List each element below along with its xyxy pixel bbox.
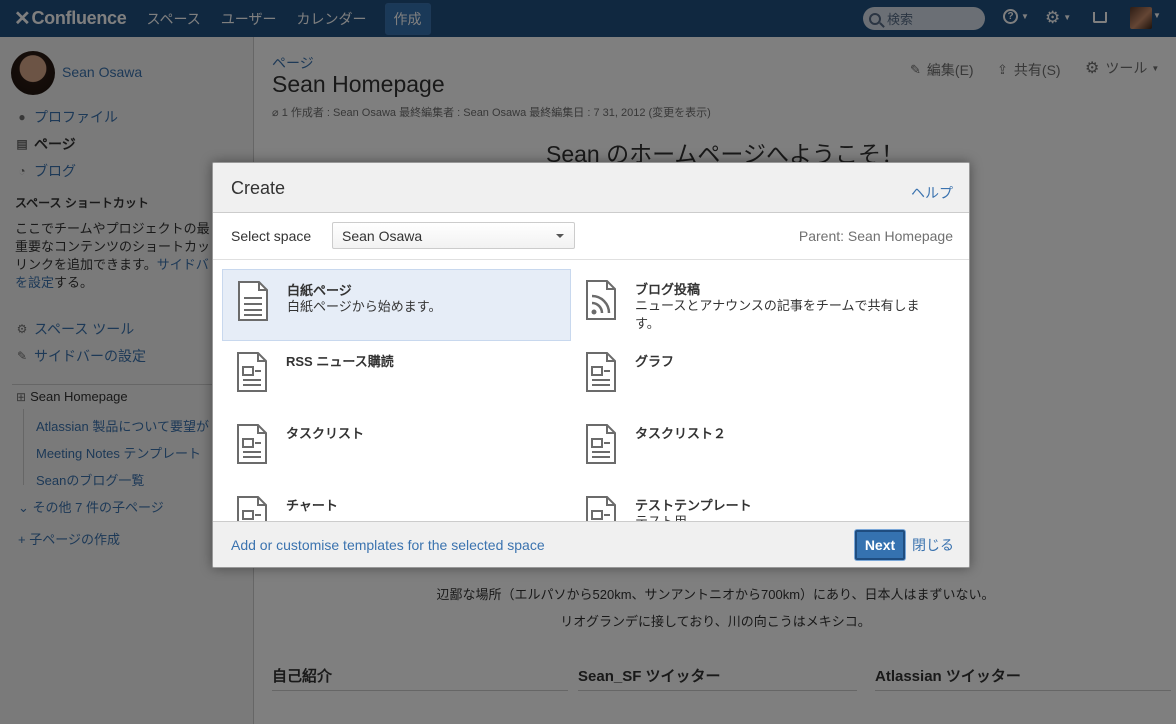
template-blank-page[interactable]: 白紙ページ 白紙ページから始めます。	[222, 269, 571, 341]
template-name: テストテンプレート	[635, 498, 752, 513]
next-button[interactable]: Next	[855, 530, 905, 560]
template-description: テスト用	[635, 513, 920, 521]
dialog-header: Create ヘルプ	[213, 163, 969, 213]
create-dialog: Create ヘルプ Select space Sean Osawa Paren…	[212, 162, 970, 568]
chevron-down-icon	[556, 234, 564, 238]
blank-page-icon	[238, 281, 268, 321]
dialog-help-link[interactable]: ヘルプ	[911, 183, 953, 203]
template-graph[interactable]: グラフ	[571, 341, 920, 413]
space-select-row: Select space Sean Osawa Parent: Sean Hom…	[213, 214, 969, 260]
parent-page-label: Parent: Sean Homepage	[798, 228, 953, 244]
space-select-value: Sean Osawa	[342, 228, 423, 244]
template-name: タスクリスト	[286, 426, 365, 441]
template-test-template[interactable]: テストテンプレート テスト用	[571, 485, 920, 521]
dialog-footer: Add or customise templates for the selec…	[213, 521, 969, 567]
close-button[interactable]: 閉じる	[912, 535, 954, 555]
template-name: タスクリスト２	[635, 426, 727, 441]
customise-templates-link[interactable]: Add or customise templates for the selec…	[231, 537, 545, 553]
template-page-icon	[237, 352, 267, 392]
template-description: ニュースとアナウンスの記事をチームで共有します。	[635, 298, 920, 331]
template-description: 白紙ページから始めます。	[287, 299, 442, 314]
template-name: ブログ投稿	[635, 282, 701, 297]
template-name: チャート	[286, 498, 338, 513]
template-rss-news[interactable]: RSS ニュース購読	[222, 341, 571, 413]
template-name: 白紙ページ	[287, 283, 352, 298]
template-page-icon	[586, 352, 616, 392]
template-task-list[interactable]: タスクリスト	[222, 413, 571, 485]
template-task-list-2[interactable]: タスクリスト２	[571, 413, 920, 485]
template-page-icon	[237, 496, 267, 521]
template-grid: 白紙ページ 白紙ページから始めます。 ブログ投稿 ニュースとアナウンスの記事をチ…	[213, 261, 969, 521]
dialog-title: Create	[231, 178, 286, 198]
template-blog-post[interactable]: ブログ投稿 ニュースとアナウンスの記事をチームで共有します。	[571, 269, 920, 341]
blog-post-icon	[586, 280, 616, 320]
select-space-label: Select space	[231, 228, 312, 244]
template-name: グラフ	[635, 354, 675, 369]
template-page-icon	[237, 424, 267, 464]
space-select[interactable]: Sean Osawa	[332, 222, 575, 249]
template-page-icon	[586, 424, 616, 464]
template-name: RSS ニュース購読	[286, 354, 394, 369]
template-page-icon	[586, 496, 616, 521]
template-chart[interactable]: チャート	[222, 485, 571, 521]
